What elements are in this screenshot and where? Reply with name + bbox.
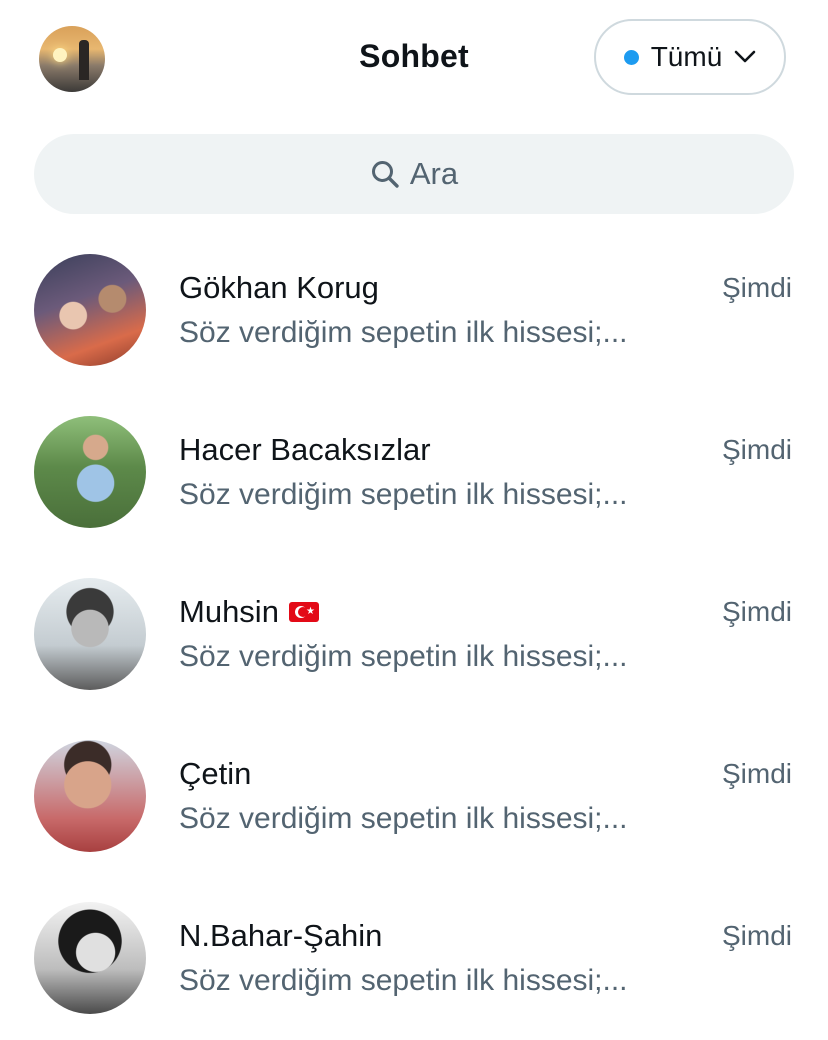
- conversation-row[interactable]: N.Bahar-Şahin Söz verdiğim sepetin ilk h…: [0, 878, 828, 1040]
- search-placeholder: Ara: [409, 156, 459, 191]
- turkey-flag-icon: ★: [288, 602, 319, 622]
- avatar: [34, 740, 146, 852]
- search-icon: [370, 159, 400, 189]
- avatar: [34, 902, 146, 1014]
- avatar: [34, 254, 146, 366]
- message-preview: Söz verdiğim sepetin ilk hissesi;...: [179, 478, 628, 511]
- timestamp: Şimdi: [721, 920, 792, 951]
- avatar: [34, 416, 146, 528]
- message-preview: Söz verdiğim sepetin ilk hissesi;...: [179, 316, 628, 349]
- message-preview: Söz verdiğim sepetin ilk hissesi;...: [179, 802, 628, 835]
- conversation-row[interactable]: Gökhan Korug Söz verdiğim sepetin ilk hi…: [0, 230, 828, 392]
- filter-dropdown[interactable]: Tümü: [594, 19, 786, 95]
- conversation-row[interactable]: Çetin Söz verdiğim sepetin ilk hissesi;.…: [0, 716, 828, 878]
- chevron-down-icon: [734, 50, 756, 64]
- filter-status-dot: [623, 49, 639, 65]
- conversation-row[interactable]: Hacer Bacaksızlar Söz verdiğim sepetin i…: [0, 392, 828, 554]
- message-preview: Söz verdiğim sepetin ilk hissesi;...: [179, 964, 628, 997]
- timestamp: Şimdi: [721, 272, 792, 303]
- contact-name: Muhsin: [179, 594, 279, 629]
- conversation-row[interactable]: Muhsin ★ Söz verdiğim sepetin ilk hisses…: [0, 554, 828, 716]
- timestamp: Şimdi: [721, 596, 792, 627]
- timestamp: Şimdi: [721, 434, 792, 465]
- conversation-list: Gökhan Korug Söz verdiğim sepetin ilk hi…: [0, 230, 828, 1040]
- search-bar[interactable]: Ara: [34, 134, 794, 214]
- contact-name: Hacer Bacaksızlar: [179, 432, 431, 467]
- contact-name: Çetin: [179, 756, 252, 791]
- avatar: [34, 578, 146, 690]
- message-preview: Söz verdiğim sepetin ilk hissesi;...: [179, 640, 628, 673]
- timestamp: Şimdi: [721, 758, 792, 789]
- contact-name: Gökhan Korug: [179, 270, 379, 305]
- contact-name-wrapper: Muhsin ★: [179, 594, 319, 630]
- contact-name: N.Bahar-Şahin: [179, 918, 383, 953]
- header: Sohbet Tümü: [0, 0, 828, 118]
- filter-label: Tümü: [650, 41, 723, 72]
